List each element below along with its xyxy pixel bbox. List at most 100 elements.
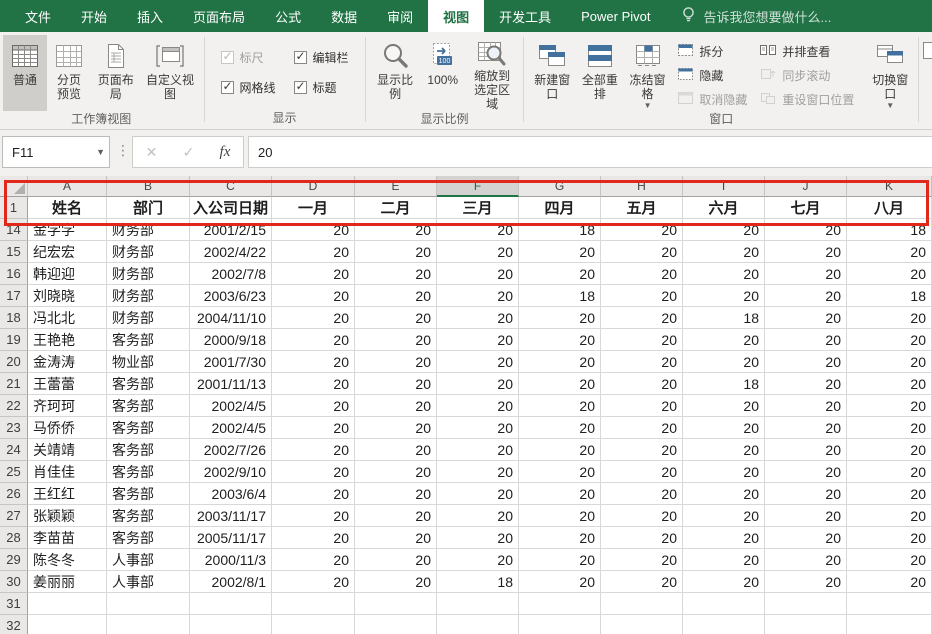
cell[interactable]: 20 bbox=[272, 241, 355, 263]
cell[interactable] bbox=[107, 615, 190, 634]
column-header-H[interactable]: H bbox=[601, 176, 683, 197]
cell[interactable]: 2002/4/22 bbox=[190, 241, 272, 263]
cell[interactable]: 20 bbox=[355, 439, 437, 461]
custom-views-button[interactable]: 自定义视图 bbox=[140, 35, 199, 111]
cell[interactable]: 18 bbox=[519, 219, 601, 241]
cell[interactable]: 20 bbox=[847, 417, 932, 439]
cell[interactable]: 20 bbox=[601, 571, 683, 593]
cell[interactable]: 20 bbox=[437, 351, 519, 373]
cell[interactable]: 李苗苗 bbox=[28, 527, 107, 549]
cell[interactable]: 20 bbox=[272, 219, 355, 241]
cell[interactable]: 20 bbox=[601, 417, 683, 439]
cell[interactable]: 20 bbox=[355, 263, 437, 285]
cell[interactable]: 七月 bbox=[765, 197, 847, 219]
cell[interactable]: 四月 bbox=[519, 197, 601, 219]
cell[interactable]: 刘晓晓 bbox=[28, 285, 107, 307]
cell[interactable]: 陈冬冬 bbox=[28, 549, 107, 571]
row-header-31[interactable]: 31 bbox=[0, 593, 28, 615]
cell[interactable]: 财务部 bbox=[107, 307, 190, 329]
cell[interactable]: 人事部 bbox=[107, 571, 190, 593]
cell[interactable]: 20 bbox=[519, 571, 601, 593]
cell[interactable]: 客务部 bbox=[107, 505, 190, 527]
cell[interactable]: 财务部 bbox=[107, 263, 190, 285]
cell[interactable] bbox=[190, 593, 272, 615]
cell[interactable]: 18 bbox=[847, 285, 932, 307]
hide-button[interactable]: 隐藏 bbox=[673, 63, 751, 87]
cell[interactable] bbox=[28, 615, 107, 634]
cell[interactable] bbox=[601, 615, 683, 634]
cell[interactable]: 20 bbox=[519, 439, 601, 461]
cell[interactable] bbox=[519, 615, 601, 634]
cell[interactable]: 20 bbox=[519, 461, 601, 483]
column-header-F[interactable]: F bbox=[437, 176, 519, 197]
cell[interactable]: 客务部 bbox=[107, 483, 190, 505]
tab-power-pivot[interactable]: Power Pivot bbox=[566, 0, 665, 32]
formula-bar-resizer[interactable]: ⋮ bbox=[116, 142, 128, 159]
cell[interactable]: 马侨侨 bbox=[28, 417, 107, 439]
cell[interactable]: 2003/6/23 bbox=[190, 285, 272, 307]
name-box[interactable]: F11 ▼ bbox=[2, 136, 110, 168]
reset-window-position-button[interactable]: 重设窗口位置 bbox=[755, 87, 858, 111]
normal-view-button[interactable]: 普通 bbox=[3, 35, 47, 111]
chevron-down-icon[interactable]: ▼ bbox=[96, 147, 105, 157]
checkbox-headings[interactable]: 标题 bbox=[294, 79, 349, 96]
cell[interactable]: 王蕾蕾 bbox=[28, 373, 107, 395]
cell[interactable]: 20 bbox=[847, 571, 932, 593]
cell[interactable]: 金学学 bbox=[28, 219, 107, 241]
cell[interactable]: 韩迎迎 bbox=[28, 263, 107, 285]
column-header-I[interactable]: I bbox=[683, 176, 765, 197]
cell[interactable]: 20 bbox=[437, 527, 519, 549]
cell[interactable]: 20 bbox=[437, 549, 519, 571]
cell[interactable]: 20 bbox=[519, 307, 601, 329]
row-header-21[interactable]: 21 bbox=[0, 373, 28, 395]
cell[interactable]: 20 bbox=[601, 285, 683, 307]
column-header-A[interactable]: A bbox=[28, 176, 107, 197]
cell[interactable]: 冯北北 bbox=[28, 307, 107, 329]
unhide-button[interactable]: 取消隐藏 bbox=[673, 87, 751, 111]
cell[interactable]: 2002/4/5 bbox=[190, 417, 272, 439]
cell[interactable]: 部门 bbox=[107, 197, 190, 219]
cell[interactable]: 20 bbox=[765, 373, 847, 395]
row-header-26[interactable]: 26 bbox=[0, 483, 28, 505]
cell[interactable]: 20 bbox=[519, 417, 601, 439]
tab-insert[interactable]: 插入 bbox=[122, 0, 178, 32]
tab-data[interactable]: 数据 bbox=[316, 0, 372, 32]
cell[interactable]: 20 bbox=[272, 417, 355, 439]
cell[interactable]: 张颖颖 bbox=[28, 505, 107, 527]
row-header-30[interactable]: 30 bbox=[0, 571, 28, 593]
cell[interactable]: 20 bbox=[272, 505, 355, 527]
page-break-preview-button[interactable]: 分页预览 bbox=[47, 35, 91, 111]
cell[interactable]: 20 bbox=[683, 395, 765, 417]
column-header-K[interactable]: K bbox=[847, 176, 932, 197]
freeze-panes-button[interactable]: 冻结窗格 ▼ bbox=[624, 35, 672, 111]
cell[interactable]: 客务部 bbox=[107, 373, 190, 395]
cell[interactable] bbox=[683, 615, 765, 634]
cell[interactable]: 20 bbox=[601, 461, 683, 483]
cell[interactable]: 20 bbox=[765, 527, 847, 549]
cell[interactable]: 2001/7/30 bbox=[190, 351, 272, 373]
cell[interactable]: 20 bbox=[601, 373, 683, 395]
tab-review[interactable]: 审阅 bbox=[372, 0, 428, 32]
row-header-16[interactable]: 16 bbox=[0, 263, 28, 285]
cell[interactable]: 20 bbox=[765, 505, 847, 527]
cell[interactable]: 2000/9/18 bbox=[190, 329, 272, 351]
column-header-G[interactable]: G bbox=[519, 176, 601, 197]
select-all-corner[interactable] bbox=[0, 176, 28, 197]
cell[interactable]: 20 bbox=[355, 527, 437, 549]
cell[interactable]: 客务部 bbox=[107, 417, 190, 439]
tab-home[interactable]: 开始 bbox=[66, 0, 122, 32]
cell[interactable]: 入公司日期 bbox=[190, 197, 272, 219]
checkbox-icon[interactable] bbox=[221, 81, 234, 94]
cell[interactable]: 二月 bbox=[355, 197, 437, 219]
row-header-15[interactable]: 15 bbox=[0, 241, 28, 263]
cell[interactable]: 20 bbox=[355, 373, 437, 395]
cell[interactable]: 20 bbox=[683, 285, 765, 307]
cell[interactable]: 20 bbox=[355, 395, 437, 417]
cell[interactable]: 2005/11/17 bbox=[190, 527, 272, 549]
cell[interactable]: 20 bbox=[601, 241, 683, 263]
cell[interactable]: 20 bbox=[683, 483, 765, 505]
cell[interactable]: 20 bbox=[765, 549, 847, 571]
cell[interactable]: 20 bbox=[683, 263, 765, 285]
cell[interactable]: 财务部 bbox=[107, 241, 190, 263]
cell[interactable]: 20 bbox=[355, 329, 437, 351]
